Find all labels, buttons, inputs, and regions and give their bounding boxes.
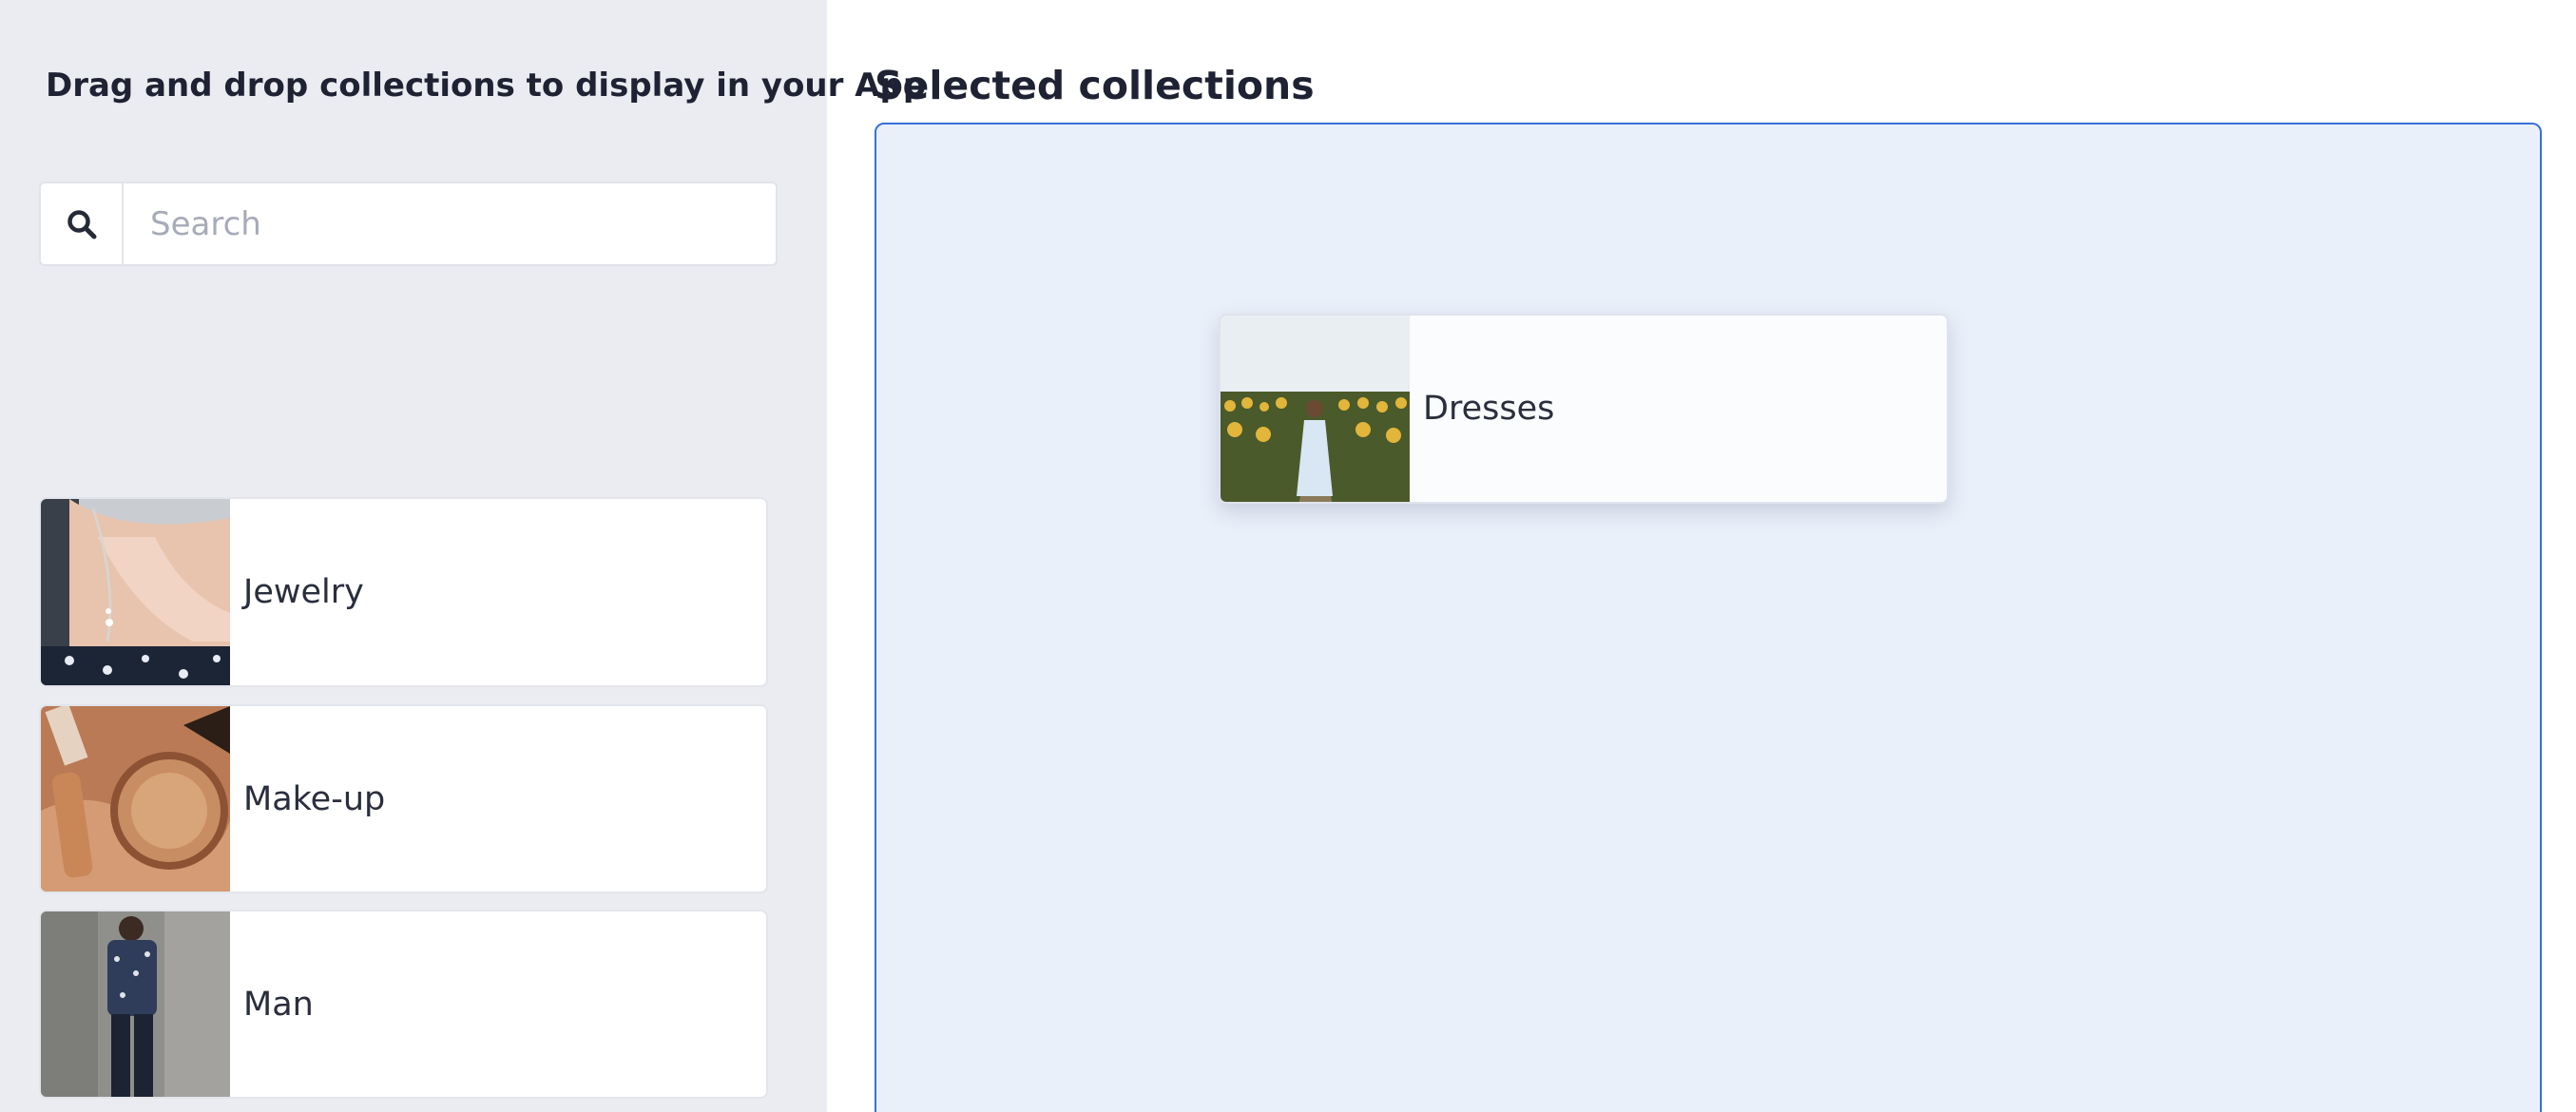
collection-thumbnail-make-up — [41, 706, 230, 892]
search-icon[interactable] — [41, 183, 124, 264]
collection-thumbnail-dresses — [1221, 316, 1410, 502]
search-input[interactable] — [124, 183, 776, 264]
selected-collections-drop-zone[interactable] — [875, 123, 2542, 1112]
collection-thumbnail-jewelry — [41, 499, 230, 685]
collection-card-jewelry[interactable]: Jewelry — [39, 497, 768, 687]
collection-label: Dresses — [1423, 390, 1555, 428]
collection-thumbnail-man — [41, 911, 230, 1097]
available-collections-panel: Drag and drop collections to display in … — [0, 0, 926, 1112]
collection-label: Jewelry — [243, 573, 364, 611]
collection-label: Make-up — [243, 779, 386, 818]
selected-collections-title: Selected collections — [875, 63, 1315, 108]
dragging-collection-card-dresses[interactable]: Dresses — [1219, 314, 1949, 504]
panel-instructions: Drag and drop collections to display in … — [46, 67, 927, 105]
collection-label: Man — [243, 985, 314, 1024]
collections-editor: Drag and drop collections to display in … — [0, 0, 2576, 1112]
collection-card-make-up[interactable]: Make-up — [39, 704, 768, 893]
collection-card-man[interactable]: Man — [39, 910, 768, 1099]
search-field[interactable] — [39, 182, 778, 266]
